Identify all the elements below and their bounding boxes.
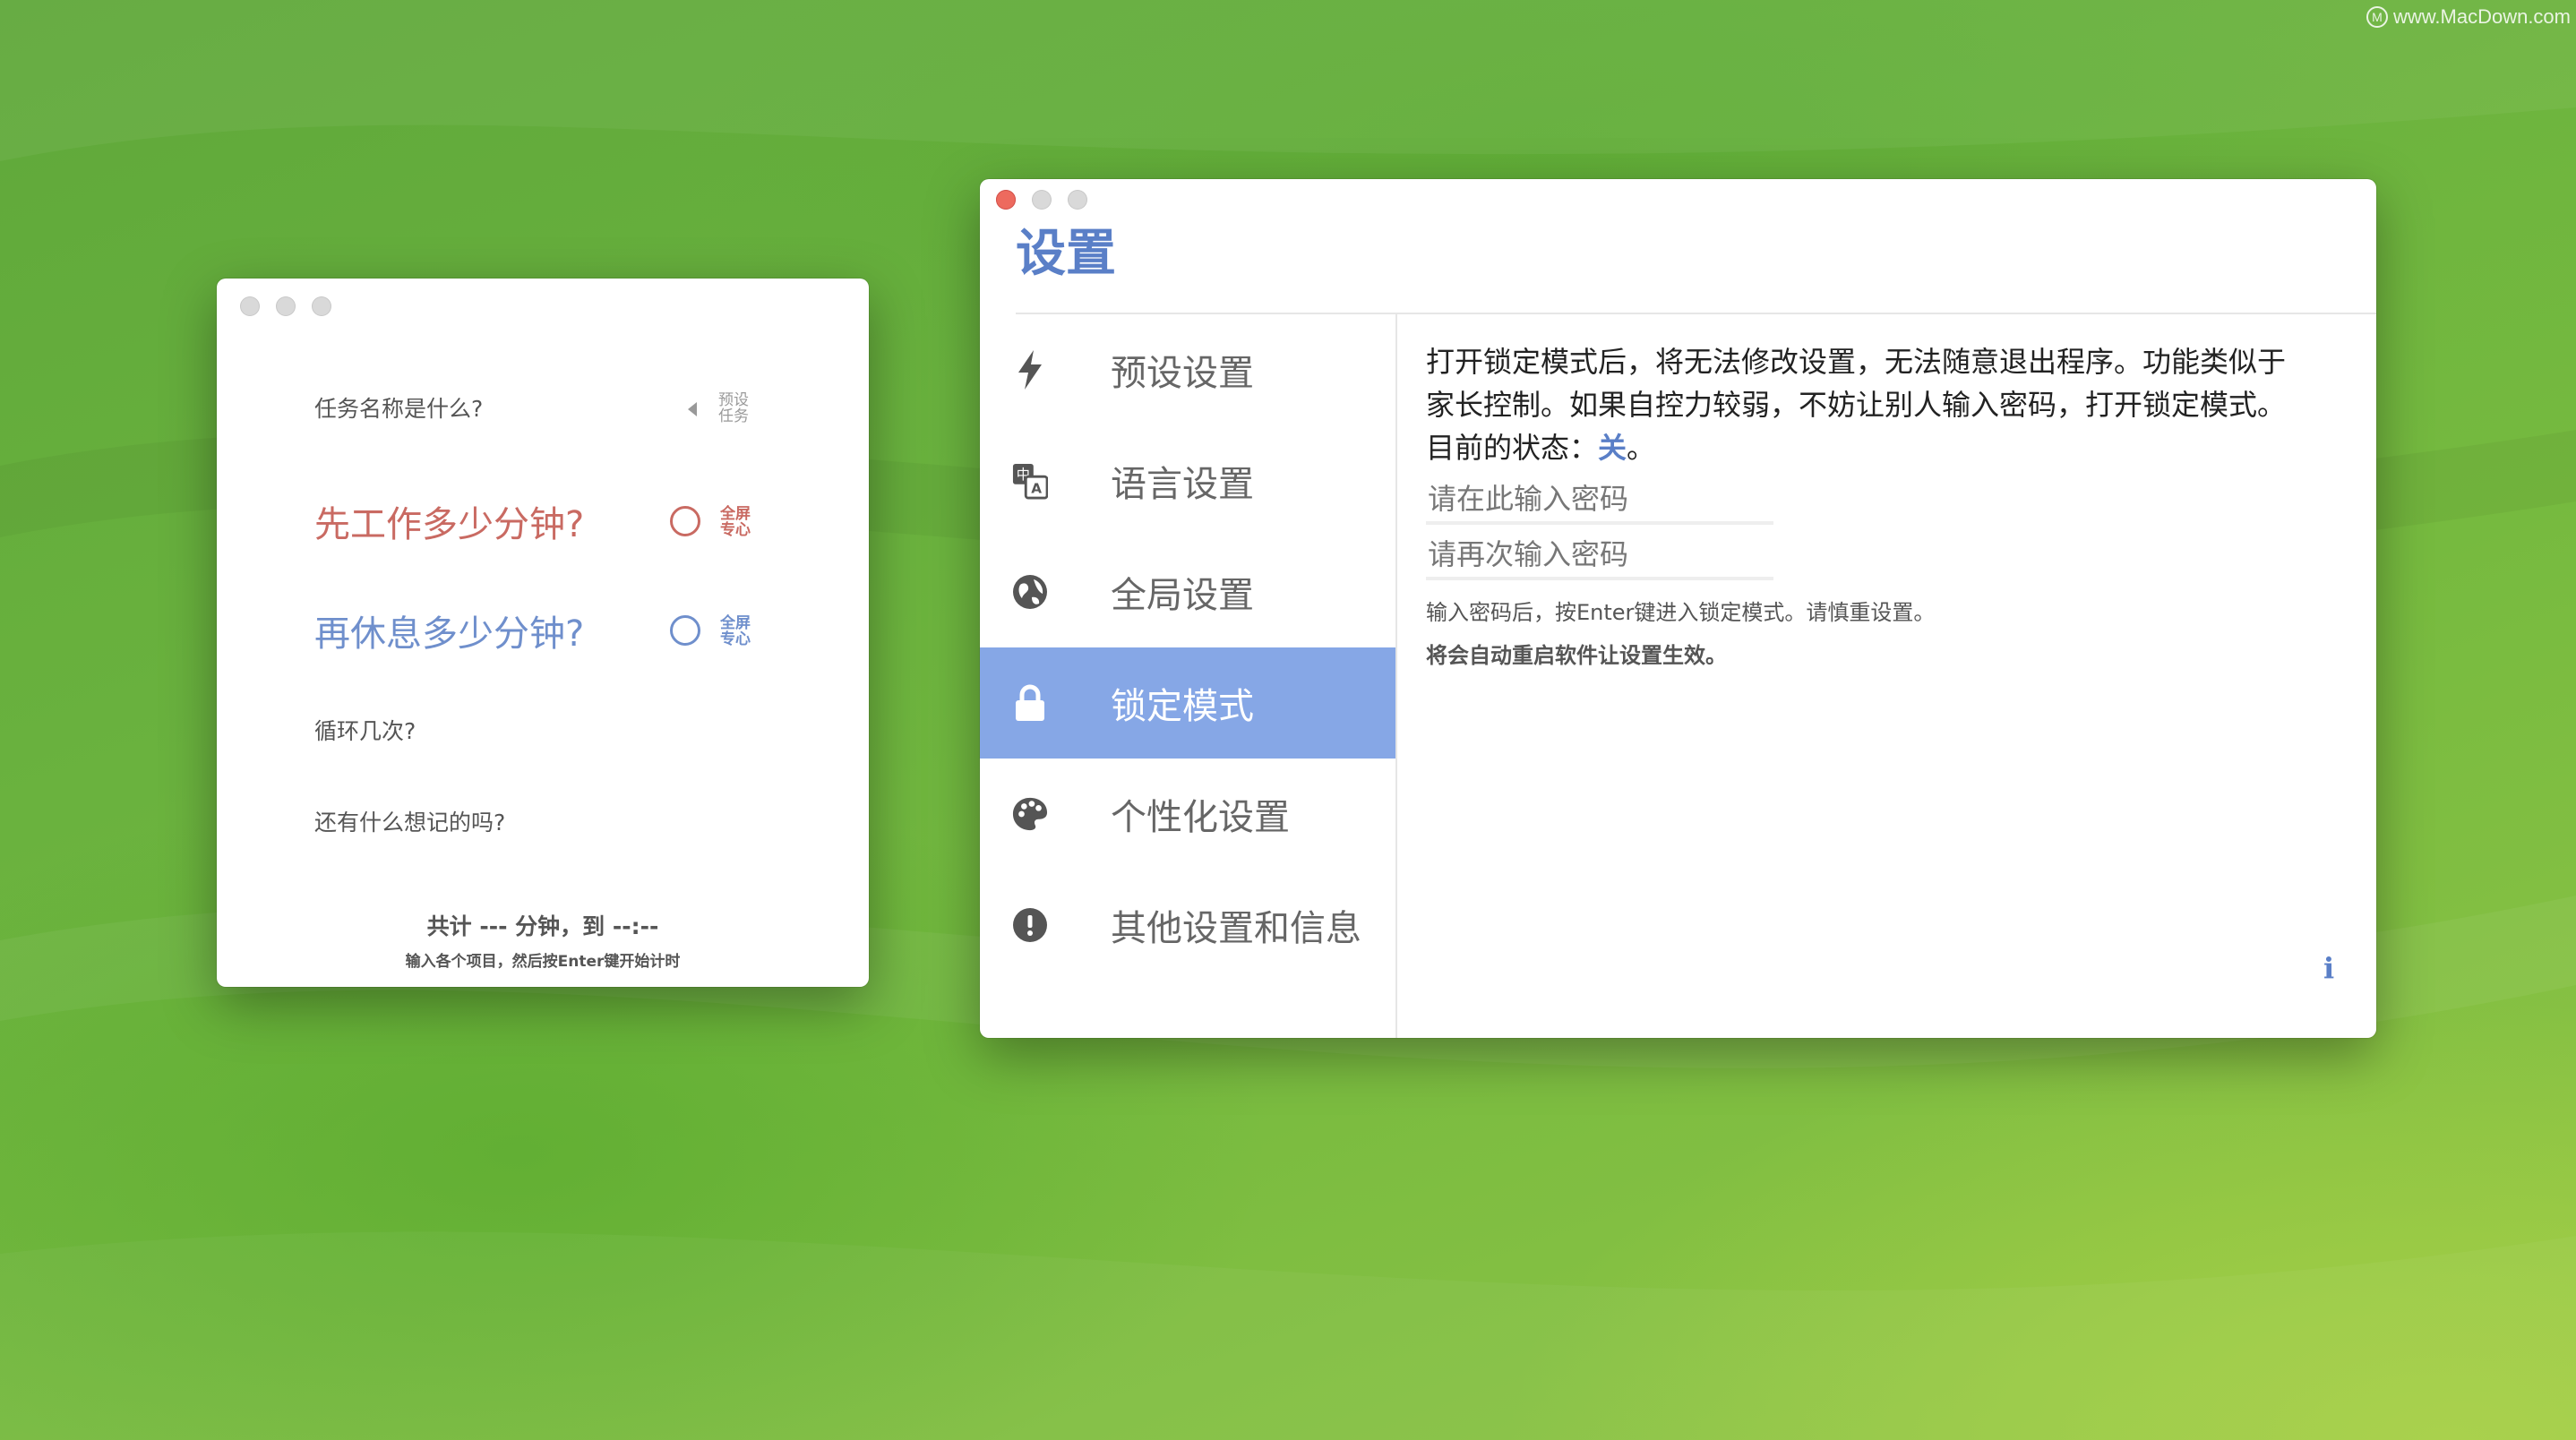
window-controls [240, 296, 331, 316]
minimize-button[interactable] [276, 296, 296, 316]
password-field[interactable] [1426, 482, 1773, 525]
sidebar-item-label: 锁定模式 [1111, 686, 1254, 727]
work-fullscreen-toggle[interactable] [670, 506, 700, 536]
lightning-icon [1012, 350, 1048, 390]
translate-icon: 中 A [1012, 463, 1048, 500]
rest-fullscreen-label: 全屏 专心 [720, 615, 751, 647]
task-name-input[interactable]: 任务名称是什么? [314, 391, 483, 424]
sidebar-item-label: 语言设置 [1111, 464, 1254, 505]
close-button[interactable] [996, 190, 1016, 210]
restart-hint: 将会自动重启软件让设置生效。 [1426, 643, 1727, 668]
fullscreen-line1: 全屏 [720, 505, 751, 523]
sidebar-item-lock-mode[interactable]: 锁定模式 [980, 647, 1395, 759]
work-fullscreen-label: 全屏 专心 [720, 506, 751, 538]
work-minutes-input[interactable]: 先工作多少分钟? [314, 495, 584, 547]
status-suffix: 。 [1627, 431, 1656, 465]
window-controls [996, 190, 1087, 210]
page-title: 设置 [1016, 225, 1116, 283]
sidebar-item-language[interactable]: 中 A 语言设置 [980, 425, 1395, 536]
status-prefix: 目前的状态： [1426, 431, 1599, 465]
sidebar-item-label: 预设设置 [1111, 353, 1254, 394]
sidebar-item-global[interactable]: 全局设置 [980, 536, 1395, 647]
info-circle-icon [1012, 907, 1048, 943]
lock-mode-description: 打开锁定模式后，将无法修改设置，无法随意退出程序。功能类似于 家长控制。如果自控… [1426, 340, 2340, 469]
lock-icon [1012, 684, 1048, 721]
rest-minutes-input[interactable]: 再休息多少分钟? [314, 604, 584, 656]
watermark: M www.MacDown.com [2366, 5, 2571, 29]
sidebar-item-label: 其他设置和信息 [1111, 908, 1361, 949]
preset-task-button[interactable]: 预设 任务 [688, 392, 760, 428]
timer-window: 任务名称是什么? 预设 任务 先工作多少分钟? 全屏 专心 再休息多少分钟? 全… [217, 279, 869, 987]
settings-window: 设置 预设设置 中 A 语言设置 全局设置 锁定模式 个性化设置 其他设置和信息… [980, 179, 2376, 1038]
minimize-button[interactable] [1032, 190, 1052, 210]
close-button[interactable] [240, 296, 260, 316]
info-button[interactable]: i [2323, 951, 2334, 985]
preset-label-line2: 任务 [718, 407, 749, 425]
total-summary: 共计 --- 分钟，到 --:-- [426, 913, 659, 939]
watermark-text: www.MacDown.com [2392, 5, 2571, 28]
status-value: 关 [1598, 431, 1627, 465]
lock-mode-panel: 打开锁定模式后，将无法修改设置，无法随意退出程序。功能类似于 家长控制。如果自控… [1426, 340, 2340, 668]
password-confirm-field[interactable] [1426, 537, 1773, 580]
sidebar-item-other[interactable]: 其他设置和信息 [980, 870, 1395, 981]
settings-sidebar: 预设设置 中 A 语言设置 全局设置 锁定模式 个性化设置 其他设置和信息 [980, 314, 1397, 1038]
lock-status: 目前的状态：关。 [1426, 426, 2340, 469]
lock-hint: 输入密码后，按Enter键进入锁定模式。请慎重设置。 [1426, 600, 1936, 625]
palette-icon [1012, 796, 1048, 832]
note-input[interactable]: 还有什么想记的吗? [314, 805, 505, 837]
zoom-button[interactable] [312, 296, 331, 316]
description-line-1: 打开锁定模式后，将无法修改设置，无法随意退出程序。功能类似于 [1426, 345, 2287, 379]
sidebar-item-preset[interactable]: 预设设置 [980, 314, 1395, 425]
sidebar-item-label: 个性化设置 [1111, 797, 1290, 838]
macdown-logo-icon: M [2366, 6, 2388, 28]
start-hint: 输入各个项目，然后按Enter键开始计时 [405, 953, 681, 971]
preset-label-line1: 预设 [718, 391, 749, 409]
fullscreen-line2: 专心 [720, 630, 751, 648]
globe-icon [1012, 574, 1048, 610]
rest-fullscreen-toggle[interactable] [670, 615, 700, 646]
description-line-2: 家长控制。如果自控力较弱，不妨让别人输入密码，打开锁定模式。 [1426, 388, 2287, 422]
sidebar-item-label: 全局设置 [1111, 575, 1254, 616]
caret-left-icon [688, 402, 697, 416]
loop-count-input[interactable]: 循环几次? [314, 714, 416, 746]
sidebar-item-personalize[interactable]: 个性化设置 [980, 759, 1395, 870]
fullscreen-line2: 专心 [720, 521, 751, 539]
zoom-button[interactable] [1068, 190, 1087, 210]
svg-text:A: A [1031, 480, 1042, 496]
fullscreen-line1: 全屏 [720, 614, 751, 632]
